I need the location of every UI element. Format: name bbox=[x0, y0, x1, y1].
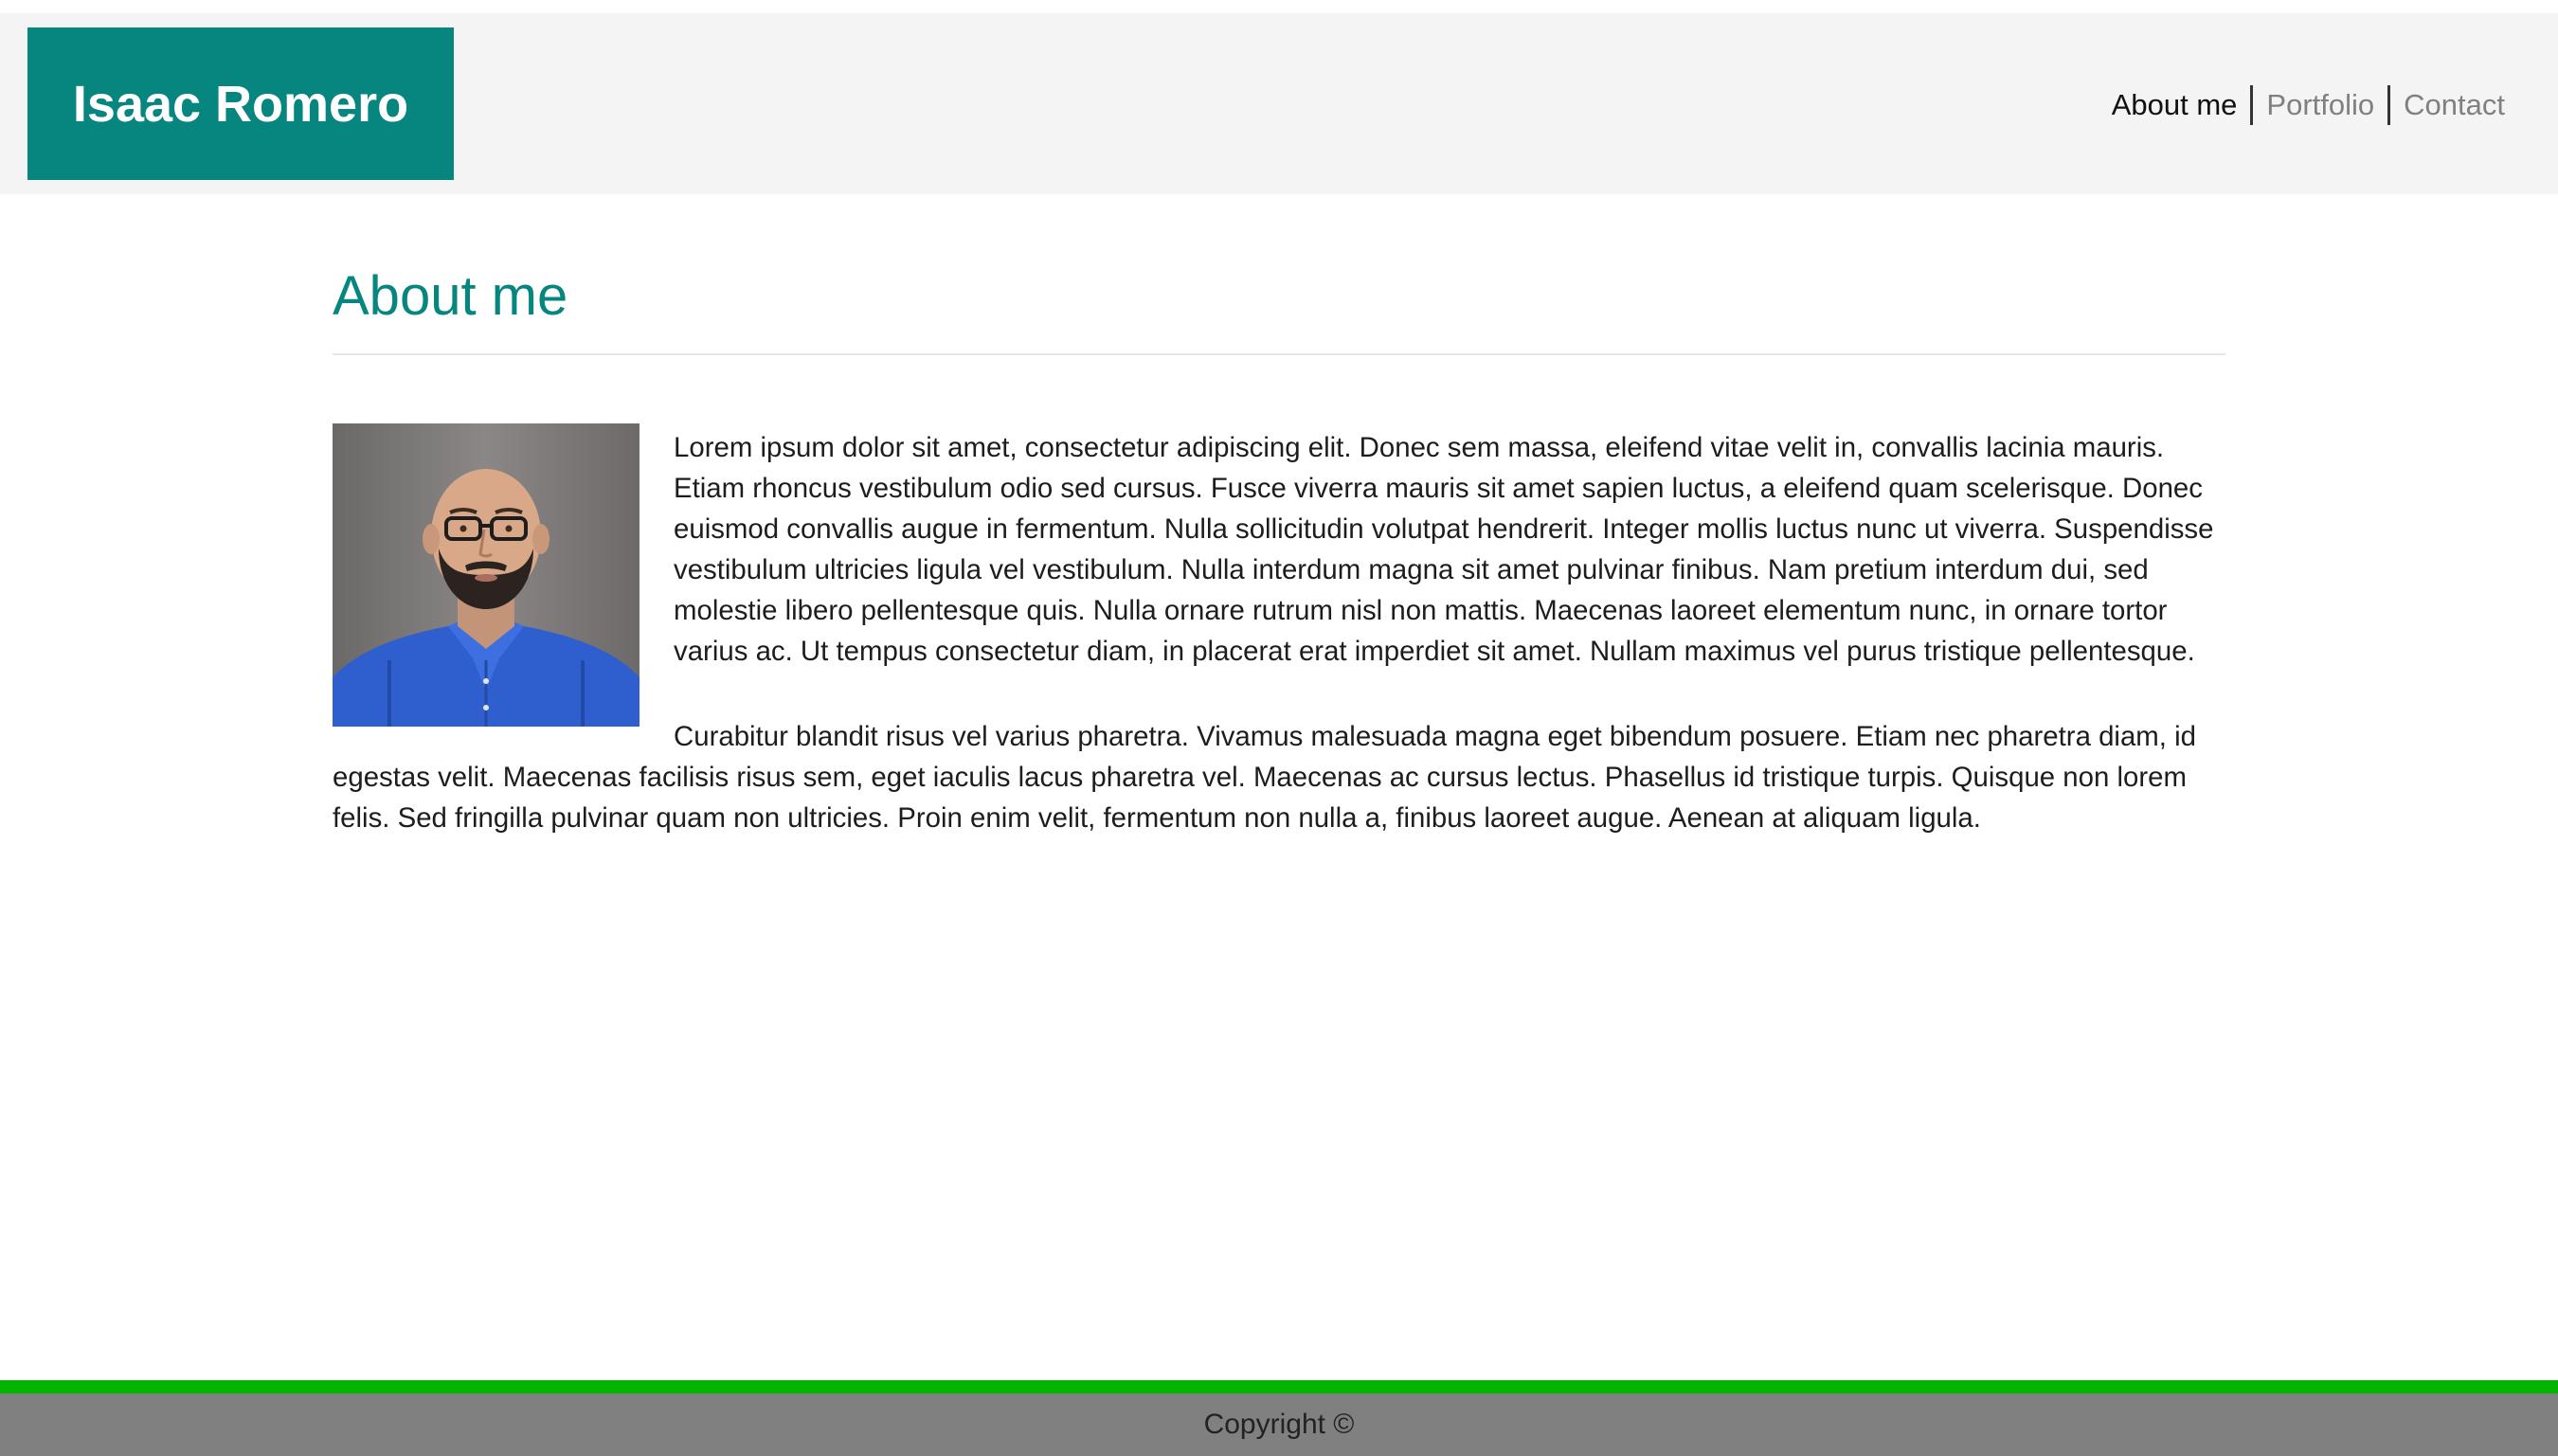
site-title: Isaac Romero bbox=[72, 75, 409, 133]
person-illustration bbox=[333, 423, 640, 727]
nav-link-contact[interactable]: Contact bbox=[2390, 85, 2518, 125]
profile-photo bbox=[333, 423, 640, 727]
page-title: About me bbox=[333, 265, 568, 327]
about-paragraph: Curabitur blandit risus vel varius phare… bbox=[333, 721, 2196, 834]
site-footer: Copyright © bbox=[0, 1393, 2558, 1456]
site-header: Isaac Romero About me Portfolio Contact bbox=[0, 13, 2558, 194]
main-nav: About me Portfolio Contact bbox=[2099, 85, 2518, 125]
copyright-text: Copyright © bbox=[1203, 1409, 1355, 1440]
main-content: About me Lorem ipsum dolor sit amet, con… bbox=[333, 251, 2225, 838]
title-divider bbox=[333, 353, 2225, 355]
nav-link-portfolio[interactable]: Portfolio bbox=[2253, 85, 2387, 125]
footer-accent-bar bbox=[0, 1380, 2558, 1393]
site-logo[interactable]: Isaac Romero bbox=[27, 27, 454, 180]
nav-link-about-me[interactable]: About me bbox=[2099, 85, 2251, 125]
about-content: Lorem ipsum dolor sit amet, consectetur … bbox=[333, 423, 2225, 838]
